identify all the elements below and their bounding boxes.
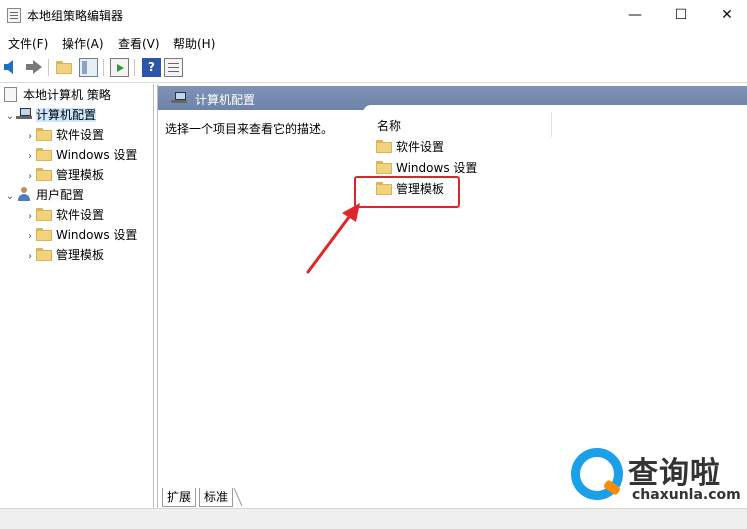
tab-standard[interactable]: 标准: [199, 488, 234, 507]
tree-item-computer-admin-templates[interactable]: › 管理模板: [24, 165, 104, 185]
tab-extended[interactable]: 扩展: [162, 488, 197, 507]
tree-item-label: 软件设置: [56, 208, 105, 222]
back-arrow-icon[interactable]: [3, 58, 22, 77]
menu-action[interactable]: 操作(A): [62, 35, 104, 52]
title-bar: 本地组策略编辑器 — ☐ ✕: [0, 0, 747, 31]
computer-icon: [16, 107, 32, 121]
chevron-right-icon[interactable]: ›: [24, 227, 36, 247]
folder-icon: [376, 140, 392, 153]
tree-item-label: 用户配置: [36, 188, 85, 202]
close-button[interactable]: ✕: [704, 0, 747, 30]
tree-item-user-windows[interactable]: › Windows 设置: [24, 225, 137, 245]
chevron-down-icon[interactable]: ⌄: [4, 107, 16, 127]
annotation-arrow-icon: [306, 203, 360, 274]
chevron-down-icon[interactable]: ⌄: [4, 187, 16, 207]
menu-view[interactable]: 查看(V): [118, 35, 160, 52]
forward-arrow-icon[interactable]: [24, 58, 43, 77]
folder-icon: [36, 128, 52, 141]
column-separator[interactable]: [551, 112, 552, 137]
list-item[interactable]: 软件设置: [376, 137, 444, 157]
folder-icon: [36, 208, 52, 221]
list-item-label: Windows 设置: [396, 161, 478, 175]
tree-item-computer-windows[interactable]: › Windows 设置: [24, 145, 137, 165]
description-text: 选择一个项目来查看它的描述。: [165, 122, 334, 136]
chevron-right-icon[interactable]: ›: [24, 127, 36, 147]
status-bar: [0, 508, 747, 529]
watermark-logo-icon: [571, 448, 623, 500]
tree-item-label: 管理模板: [56, 248, 105, 262]
menu-help[interactable]: 帮助(H): [173, 35, 215, 52]
up-folder-icon[interactable]: [55, 58, 74, 77]
column-header-name[interactable]: 名称: [377, 117, 401, 134]
tree-item-computer-software[interactable]: › 软件设置: [24, 125, 104, 145]
policy-icon: [4, 87, 17, 102]
list-item[interactable]: Windows 设置: [376, 158, 477, 178]
app-icon: [7, 8, 21, 23]
watermark-chinese-text: 查询啦: [628, 456, 721, 491]
tree-item-label: 管理模板: [56, 168, 105, 182]
detail-header-title: 计算机配置: [195, 93, 256, 107]
folder-icon: [36, 168, 52, 181]
folder-icon: [36, 228, 52, 241]
folder-icon: [376, 161, 392, 174]
tree-item-label: Windows 设置: [56, 228, 138, 242]
tree-item-root[interactable]: 本地计算机 策略: [4, 85, 111, 105]
folder-icon: [36, 248, 52, 261]
chevron-right-icon[interactable]: ›: [24, 147, 36, 167]
minimize-button[interactable]: —: [612, 0, 658, 30]
list-item-label: 软件设置: [396, 140, 445, 154]
tree-item-user-config[interactable]: ⌄ 用户配置: [4, 185, 84, 205]
tree-pane: 本地计算机 策略 ⌄ 计算机配置 › 软件设置 › Windows 设置 › 管理模板 …: [0, 84, 154, 508]
toolbar-separator: [48, 59, 49, 76]
detail-pane: 计算机配置 选择一个项目来查看它的描述。 名称 软件设置 Windows 设置 …: [157, 84, 747, 508]
toolbar-separator: [103, 59, 104, 76]
tree-item-user-software[interactable]: › 软件设置: [24, 205, 104, 225]
maximize-button[interactable]: ☐: [658, 0, 704, 30]
show-hide-tree-icon[interactable]: [79, 58, 98, 77]
tree-item-user-admin-templates[interactable]: › 管理模板: [24, 245, 104, 265]
tree-item-computer-config[interactable]: ⌄ 计算机配置: [4, 105, 97, 127]
folder-icon: [36, 148, 52, 161]
properties-icon[interactable]: [164, 58, 183, 77]
export-list-icon[interactable]: [110, 58, 129, 77]
toolbar: ?: [0, 54, 747, 83]
tree-item-label: 计算机配置: [36, 108, 97, 122]
chevron-right-icon[interactable]: ›: [24, 247, 36, 267]
user-icon: [16, 187, 32, 201]
chevron-right-icon[interactable]: ›: [24, 207, 36, 227]
menu-file[interactable]: 文件(F): [8, 35, 48, 52]
tree-item-label: 软件设置: [56, 128, 105, 142]
tree-item-label: 本地计算机 策略: [23, 88, 111, 102]
help-icon[interactable]: ?: [142, 58, 161, 77]
tree-item-label: Windows 设置: [56, 148, 138, 162]
view-tabs: 扩展 标准: [160, 486, 540, 508]
menu-bar: 文件(F) 操作(A) 查看(V) 帮助(H): [0, 31, 747, 53]
watermark-english-text: chaxunla.com: [632, 487, 741, 503]
chevron-right-icon[interactable]: ›: [24, 167, 36, 187]
toolbar-separator: [134, 59, 135, 76]
tab-edge: [234, 488, 243, 506]
window-title: 本地组策略编辑器: [27, 9, 124, 23]
computer-icon: [171, 91, 187, 105]
